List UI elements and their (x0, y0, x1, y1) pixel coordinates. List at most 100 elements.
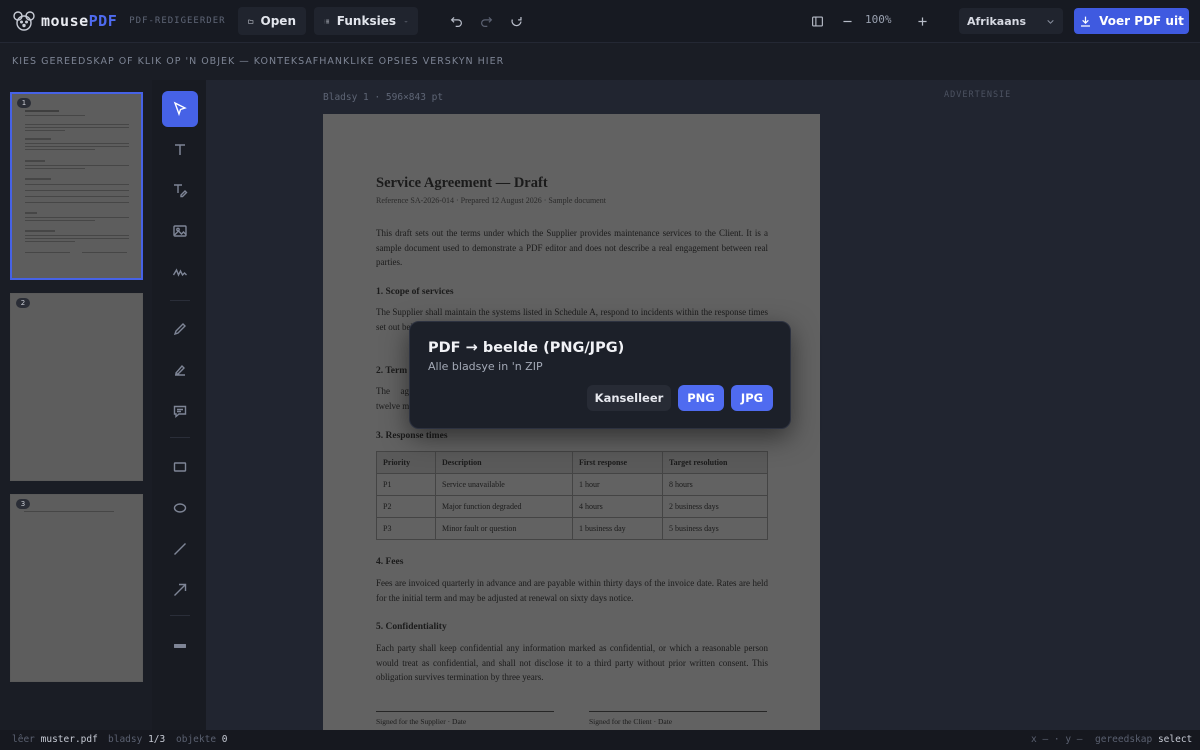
intro-paragraph: This draft sets out the terms under whic… (376, 228, 768, 267)
section-paragraph: Each party shall keep confidential any i… (376, 643, 768, 682)
app-name: mousePDF (41, 12, 118, 30)
page-thumbnail-2[interactable]: 2 (10, 293, 143, 481)
tool-edit-text[interactable] (162, 172, 198, 208)
minus-icon (842, 20, 852, 22)
open-button[interactable]: Open (238, 7, 306, 35)
tool-rectangle[interactable] (162, 449, 198, 485)
page-thumbnails-panel: 1 2 3 (0, 80, 152, 730)
table-row: P3 Minor fault or question 1 business da… (376, 517, 768, 540)
section-heading: 2. Term (376, 366, 408, 376)
tool-pen[interactable] (162, 311, 198, 347)
status-file: lêer muster.pdf (12, 734, 98, 745)
tool-image[interactable] (162, 213, 198, 249)
supplier-signature-label: Signed for the Supplier · Date (376, 717, 467, 726)
status-coordinates: x — · y — (1031, 734, 1083, 745)
redo-icon (480, 16, 492, 27)
export-pdf-button[interactable]: Voer PDF uit (1074, 8, 1189, 34)
undo-icon (450, 16, 462, 27)
functions-menu-button[interactable]: Funksies (314, 7, 418, 35)
zoom-level: 100% (865, 13, 892, 26)
export-png-button[interactable]: PNG (678, 385, 724, 411)
signature-line (589, 711, 767, 712)
table-header-cell: Target resolution (662, 451, 768, 474)
table-cell: 2 business days (662, 495, 768, 518)
zoom-out-button[interactable] (834, 8, 860, 34)
thumbnail-page-number: 3 (16, 499, 30, 509)
client-signature-label: Signed for the Client · Date (589, 717, 673, 726)
table-cell: 4 hours (572, 495, 663, 518)
reload-button[interactable] (503, 8, 529, 34)
tool-rail (152, 80, 206, 730)
status-objects: objekte 0 (176, 734, 228, 745)
table-cell: 8 hours (662, 473, 768, 496)
status-tool: gereedskap select (1095, 734, 1193, 745)
table-cell: P2 (376, 495, 436, 518)
section-heading: 5. Confidentiality (376, 622, 447, 632)
table-header-cell: First response (572, 451, 663, 474)
tool-line[interactable] (162, 531, 198, 567)
pencil-icon (173, 323, 186, 336)
tool-text[interactable] (162, 132, 198, 168)
language-select[interactable]: Afrikaans (959, 8, 1063, 34)
refresh-icon (510, 16, 522, 26)
highlighter-icon (175, 364, 185, 376)
cursor-icon (173, 101, 187, 117)
cancel-button[interactable]: Kanselleer (587, 385, 671, 411)
text-edit-icon (174, 184, 188, 198)
text-icon (175, 144, 185, 155)
mouse-logo-icon (13, 11, 35, 31)
tool-ellipse[interactable] (162, 490, 198, 526)
undo-button[interactable] (443, 8, 469, 34)
toggle-sidebar-button[interactable] (804, 8, 830, 34)
comment-icon (173, 405, 187, 418)
section-paragraph: Fees are invoiced quarterly in advance a… (376, 578, 768, 603)
list-icon (324, 19, 330, 23)
top-bar: mousePDF PDF-REDIGEERDER Open Funksies 1… (0, 0, 1200, 42)
chevron-down-icon (404, 20, 408, 23)
app-logo: mousePDF PDF-REDIGEERDER (12, 9, 226, 33)
table-cell: Minor fault or question (435, 517, 573, 540)
plus-icon (917, 16, 927, 26)
dialog-subtitle: Alle bladsye in 'n ZIP (428, 360, 543, 373)
chevron-down-icon (1047, 19, 1054, 24)
arrow-icon (174, 583, 187, 596)
document-subtitle: Reference SA-2026-014 · Prepared 12 Augu… (376, 196, 606, 205)
page-thumbnail-1[interactable]: 1 (10, 92, 143, 280)
tool-comment[interactable] (162, 393, 198, 429)
zoom-in-button[interactable] (909, 8, 935, 34)
folder-icon (248, 19, 254, 24)
thumbnail-page-number: 2 (16, 298, 30, 308)
section-heading: 1. Scope of services (376, 287, 454, 297)
table-cell: P3 (376, 517, 436, 540)
export-jpg-button[interactable]: JPG (731, 385, 773, 411)
rectangle-icon (173, 462, 187, 472)
tool-signature[interactable] (162, 254, 198, 290)
page-label: Bladsy 1 · 596×843 pt (323, 92, 444, 103)
status-page: bladsy 1/3 (108, 734, 166, 745)
response-times-table: Priority Description First response Targ… (376, 451, 768, 540)
table-header-row: Priority Description First response Targ… (376, 451, 768, 474)
download-icon (1081, 16, 1091, 27)
table-cell: P1 (376, 473, 436, 496)
page-thumbnail-3[interactable]: 3 (10, 494, 143, 682)
app-subtitle: PDF-REDIGEERDER (129, 16, 226, 26)
table-cell: 1 hour (572, 473, 663, 496)
dialog-title: PDF → beelde (PNG/JPG) (428, 340, 625, 356)
context-hint-bar: KIES GEREEDSKAP OF KLIK OP 'N OBJEK — KO… (0, 42, 1200, 80)
thumbnail-page-number: 1 (17, 98, 31, 108)
image-icon (173, 225, 187, 237)
table-header-cell: Priority (376, 451, 436, 474)
signature-line (376, 711, 554, 712)
redo-button[interactable] (473, 8, 499, 34)
tool-select[interactable] (162, 91, 198, 127)
tool-redact[interactable] (162, 628, 198, 664)
redact-icon (174, 644, 186, 648)
tool-highlighter[interactable] (162, 352, 198, 388)
ellipse-icon (173, 503, 187, 513)
export-images-dialog: PDF → beelde (PNG/JPG) Alle bladsye in '… (409, 321, 791, 429)
tool-arrow[interactable] (162, 572, 198, 608)
table-cell: Service unavailable (435, 473, 573, 496)
table-cell: 5 business days (662, 517, 768, 540)
document-title: Service Agreement — Draft (376, 175, 548, 191)
context-hint-text: KIES GEREEDSKAP OF KLIK OP 'N OBJEK — KO… (12, 56, 505, 67)
